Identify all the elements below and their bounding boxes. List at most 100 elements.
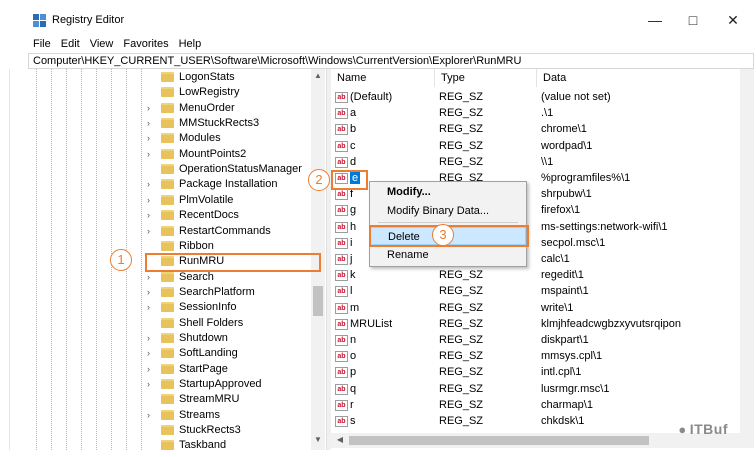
minimize-button[interactable]: — [645, 10, 665, 30]
value-row[interactable]: ab o REG_SZ mmsys.cpl\1 [331, 349, 751, 365]
tree-item-label: SessionInfo [179, 301, 237, 314]
value-data: ms-settings:network-wifi\1 [541, 220, 668, 233]
context-menu: Modify... Modify Binary Data... Delete R… [369, 181, 527, 267]
tree-item-label: RecentDocs [179, 209, 239, 222]
chevron-right-icon[interactable]: › [147, 149, 150, 159]
chevron-right-icon[interactable]: › [147, 348, 150, 358]
tree-item[interactable]: Shell Folders [28, 316, 308, 332]
values-vertical-scrollbar[interactable] [740, 69, 754, 433]
string-value-icon: ab [335, 108, 348, 120]
value-row[interactable]: ab l REG_SZ mspaint\1 [331, 284, 751, 300]
value-row[interactable]: ab q REG_SZ lusrmgr.msc\1 [331, 382, 751, 398]
tree-item[interactable]: OperationStatusManager [28, 162, 308, 178]
scroll-left-icon[interactable]: ◀ [333, 435, 347, 447]
tree-item[interactable]: StreamMRU [28, 392, 308, 408]
folder-icon [161, 332, 174, 343]
chevron-right-icon[interactable]: › [147, 272, 150, 282]
value-row[interactable]: ab n REG_SZ diskpart\1 [331, 333, 751, 349]
chevron-right-icon[interactable]: › [147, 179, 150, 189]
value-name: k [350, 269, 356, 282]
value-name: (Default) [350, 91, 393, 103]
tree-item[interactable]: LowRegistry [28, 85, 308, 101]
menu-rename[interactable]: Rename [370, 246, 526, 264]
menu-view[interactable]: View [85, 37, 119, 53]
chevron-right-icon[interactable]: › [147, 333, 150, 343]
folder-icon [161, 379, 174, 389]
tree-item[interactable]: › RecentDocs [28, 208, 308, 224]
tree-item[interactable]: › PlmVolatile [28, 193, 308, 209]
value-data: shrpubw\1 [541, 188, 592, 201]
tree-item[interactable]: › StartPage [28, 362, 308, 378]
chevron-right-icon[interactable]: › [147, 195, 150, 205]
menu-file[interactable]: File [28, 37, 56, 53]
chevron-right-icon[interactable]: › [147, 379, 150, 389]
menu-help[interactable]: Help [174, 37, 207, 53]
tree-item-label: PlmVolatile [179, 193, 234, 206]
menu-modify[interactable]: Modify... [370, 183, 526, 201]
menu-modify-binary[interactable]: Modify Binary Data... [370, 202, 526, 220]
tree-item[interactable]: › SoftLanding [28, 346, 308, 362]
menu-favorites[interactable]: Favorites [118, 37, 173, 53]
tree-item[interactable]: › MMStuckRects3 [28, 116, 308, 132]
folder-icon [161, 394, 174, 405]
tree-item[interactable]: › Package Installation [28, 177, 308, 193]
chevron-right-icon[interactable]: › [147, 118, 150, 128]
value-name: p [350, 366, 357, 379]
tree-item[interactable]: › MountPoints2 [28, 147, 308, 163]
value-row[interactable]: ab c REG_SZ wordpad\1 [331, 139, 751, 155]
value-row[interactable]: ab MRUList REG_SZ klmjhfeadcwgbzxyvutsrqipo… [331, 317, 751, 333]
value-row[interactable]: ab p REG_SZ intl.cpl\1 [331, 365, 751, 381]
value-row[interactable]: ab (Default) REG_SZ (value not set) [331, 90, 751, 106]
tree-scroll-thumb[interactable] [313, 286, 323, 316]
string-value-icon: ab [335, 237, 348, 249]
tree-item[interactable]: Taskband [28, 438, 308, 450]
chevron-right-icon[interactable]: › [147, 410, 150, 420]
value-row[interactable]: ab k REG_SZ regedit\1 [331, 268, 751, 284]
chevron-right-icon[interactable]: › [147, 103, 150, 113]
address-bar[interactable]: Computer\HKEY_CURRENT_USER\Software\Micr… [28, 53, 754, 69]
chevron-right-icon[interactable]: › [147, 210, 150, 220]
chevron-right-icon[interactable]: › [147, 287, 150, 297]
tree-item[interactable]: › Shutdown [28, 331, 308, 347]
maximize-button[interactable]: □ [683, 10, 703, 30]
tree-item[interactable]: LogonStats [28, 70, 308, 86]
horizontal-scroll-thumb[interactable] [349, 436, 649, 445]
value-row[interactable]: ab r REG_SZ charmap\1 [331, 398, 751, 414]
value-name: o [350, 350, 357, 363]
folder-icon [161, 194, 174, 205]
value-row[interactable]: ab m REG_SZ write\1 [331, 301, 751, 317]
column-name[interactable]: Name [331, 69, 435, 87]
string-value-icon: ab [335, 221, 348, 233]
folder-icon [161, 317, 174, 328]
tree-item[interactable]: › RestartCommands [28, 224, 308, 240]
string-value-icon: ab [335, 351, 348, 363]
tree-item[interactable]: › SearchPlatform [28, 285, 308, 301]
tree-item[interactable]: › MenuOrder [28, 101, 308, 117]
column-type[interactable]: Type [435, 69, 537, 87]
string-value-icon: ab [335, 318, 348, 330]
scroll-down-icon[interactable]: ▼ [311, 435, 325, 447]
chevron-right-icon[interactable]: › [147, 133, 150, 143]
tree-item[interactable]: › Modules [28, 131, 308, 147]
value-row[interactable]: ab b REG_SZ chrome\1 [331, 122, 751, 138]
tree-item-label: Taskband [179, 439, 227, 450]
chevron-right-icon[interactable]: › [147, 226, 150, 236]
tree-item[interactable]: › Streams [28, 408, 308, 424]
value-row[interactable]: ab a REG_SZ .\1 [331, 106, 751, 122]
value-row[interactable]: ab d REG_SZ \\1 [331, 155, 751, 171]
tree-item[interactable]: › SessionInfo [28, 300, 308, 316]
tree-item[interactable]: › StartupApproved [28, 377, 308, 393]
menu-edit[interactable]: Edit [56, 37, 85, 53]
chevron-right-icon[interactable]: › [147, 302, 150, 312]
value-type: REG_SZ [439, 398, 484, 411]
tree-item[interactable]: StuckRects3 [28, 423, 308, 439]
tree-item-label: RestartCommands [179, 224, 271, 237]
chevron-right-icon[interactable]: › [147, 364, 150, 374]
scroll-up-icon[interactable]: ▲ [311, 71, 325, 83]
column-data[interactable]: Data [537, 69, 747, 87]
step-3-marker: 3 [432, 224, 454, 246]
tree-item-label: Shutdown [179, 331, 228, 344]
value-data: chkdsk\1 [541, 415, 585, 427]
close-button[interactable]: ✕ [723, 10, 743, 30]
menu-bar: File Edit View Favorites Help [28, 37, 206, 53]
